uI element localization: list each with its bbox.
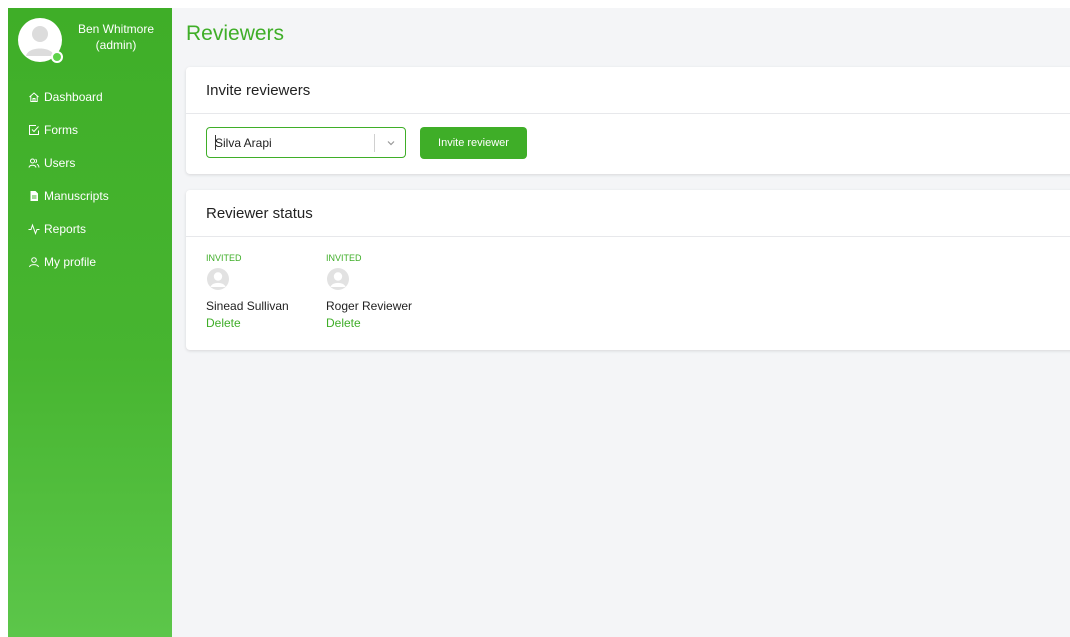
activity-icon [28,222,40,235]
invite-panel-heading: Invite reviewers [186,67,1070,114]
reviewer-status-panel: Reviewer status INVITED Sinead Sullivan … [186,190,1070,350]
sidebar-item-dashboard[interactable]: Dashboard [8,80,172,113]
chevron-down-icon[interactable] [385,137,397,149]
users-icon [28,158,40,168]
sidebar: Ben Whitmore (admin) Dashboard Forms Use… [8,8,172,637]
page-title: Reviewers [186,22,285,45]
reviewer-avatar-icon [207,268,229,290]
sidebar-item-label: Users [44,155,76,170]
invite-reviewers-panel: Invite reviewers Silva Arapi Invite revi… [186,67,1070,174]
reviewer-card: INVITED Roger Reviewer Delete [326,253,412,330]
delete-reviewer-link[interactable]: Delete [206,316,289,330]
user-name: Ben Whitmore [77,22,155,36]
reviewer-name: Sinead Sullivan [206,299,289,313]
reviewer-status-badge: INVITED [206,253,242,263]
user-menu[interactable]: Ben Whitmore (admin) [18,18,168,64]
sidebar-item-users[interactable]: Users [8,146,172,179]
sidebar-item-my-profile[interactable]: My profile [8,245,172,278]
reviewer-avatar-icon [327,268,349,290]
user-icon [29,256,39,267]
sidebar-item-forms[interactable]: Forms [8,113,172,146]
sidebar-item-label: Dashboard [44,89,103,104]
reviewer-select-value[interactable]: Silva Arapi [215,136,272,150]
delete-reviewer-link[interactable]: Delete [326,316,412,330]
reviewer-select[interactable]: Silva Arapi [206,127,406,158]
sidebar-item-reports[interactable]: Reports [8,212,172,245]
invite-reviewer-button[interactable]: Invite reviewer [420,127,527,159]
online-status-dot [51,51,63,63]
reviewer-name: Roger Reviewer [326,299,413,313]
status-panel-heading: Reviewer status [186,190,1070,237]
document-icon [30,190,38,201]
text-cursor [215,135,216,150]
reviewer-status-badge: INVITED [326,253,362,263]
user-role: (admin) [95,38,137,52]
sidebar-item-label: Reports [44,221,87,236]
user-name-block: Ben Whitmore (admin) [66,21,166,53]
reviewer-card: INVITED Sinead Sullivan Delete [206,253,289,330]
sidebar-item-label: Forms [44,122,78,137]
sidebar-item-label: Manuscripts [44,188,109,203]
sidebar-nav: Dashboard Forms Users Manuscripts Report… [8,80,172,278]
sidebar-item-manuscripts[interactable]: Manuscripts [8,179,172,212]
sidebar-item-label: My profile [44,254,97,269]
select-separator [374,134,375,152]
checkbox-icon [29,124,39,135]
app-window: Ben Whitmore (admin) Dashboard Forms Use… [8,8,1070,637]
home-icon [29,91,39,102]
